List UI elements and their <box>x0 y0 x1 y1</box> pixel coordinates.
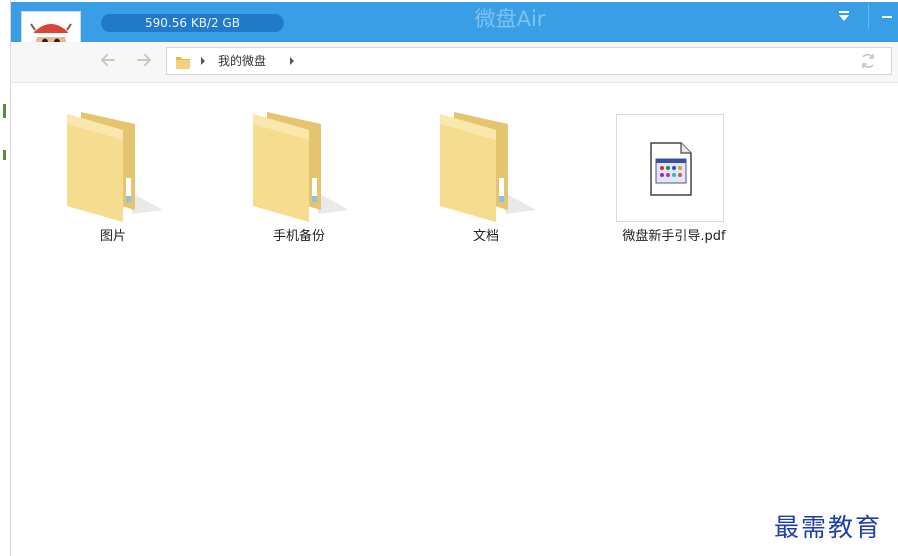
folder-icon <box>440 112 536 222</box>
file-item-folder[interactable]: 手机备份 <box>239 110 359 250</box>
file-name: 图片 <box>99 229 126 244</box>
file-name: 微盘新手引导.pdf <box>622 229 726 244</box>
dropdown-menu-icon <box>839 11 849 21</box>
back-button[interactable] <box>98 50 118 70</box>
folder-icon <box>67 112 163 222</box>
breadcrumb-separator-icon <box>201 57 205 65</box>
minimize-button[interactable] <box>876 5 898 27</box>
menu-button[interactable] <box>832 5 856 27</box>
edge-mark <box>3 150 6 160</box>
file-name: 手机备份 <box>272 229 325 244</box>
file-item-folder[interactable]: 文档 <box>426 110 546 250</box>
breadcrumb-item[interactable]: 我的微盘 <box>218 52 266 70</box>
address-bar[interactable]: 我的微盘 <box>166 47 892 75</box>
storage-quota: 590.56 KB/2 GB <box>101 14 284 32</box>
background-window-edge <box>0 0 11 556</box>
forward-button[interactable] <box>134 50 154 70</box>
file-item-pdf[interactable]: 微盘新手引导.pdf <box>614 110 734 250</box>
forward-arrow-icon <box>137 54 151 66</box>
file-name: 文档 <box>472 229 499 244</box>
refresh-button[interactable] <box>859 52 877 70</box>
app-title: 微盘Air <box>474 7 546 31</box>
minimize-icon <box>882 16 892 18</box>
edge-mark <box>3 104 6 118</box>
folder-icon <box>176 57 190 69</box>
file-thumbnail <box>616 114 724 222</box>
file-item-folder[interactable]: 图片 <box>53 110 173 250</box>
titlebar-divider <box>868 3 869 29</box>
breadcrumb-expand-icon[interactable] <box>289 57 295 65</box>
refresh-icon <box>862 53 874 69</box>
folder-icon <box>253 112 349 222</box>
watermark-text: 最需教育 <box>774 513 883 542</box>
pdf-file-icon <box>650 142 692 196</box>
back-arrow-icon <box>101 54 115 66</box>
